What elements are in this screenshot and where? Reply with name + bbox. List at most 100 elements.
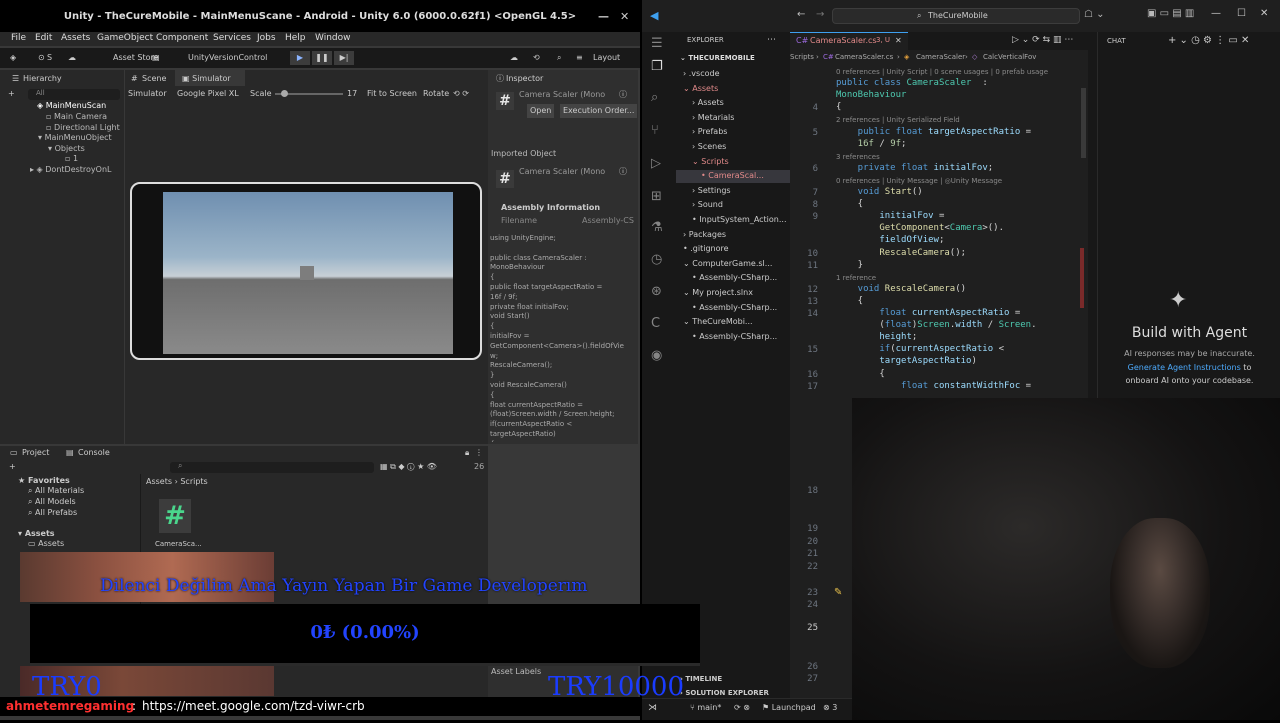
hierarchy-item[interactable]: ▸ ◈ DontDestroyOnL	[30, 165, 111, 174]
section-solution-explorer[interactable]: › SOLUTION EXPLORER	[680, 689, 769, 697]
tab-project[interactable]: Project	[22, 446, 49, 460]
explorer-item[interactable]: ⌄ Scripts	[692, 157, 729, 166]
editor-actions[interactable]: ▷ ⌄ ⟳ ⇆ ▥ ⋯	[1012, 35, 1073, 45]
step-button[interactable]: ▶|	[334, 51, 354, 65]
remote-icon[interactable]: ⋊	[648, 703, 657, 713]
cloud-icon[interactable]: ☁	[68, 53, 76, 62]
explorer-item[interactable]: • Assembly-CSharp...	[692, 273, 777, 282]
layout-icons[interactable]: ▣ ▭ ▤ ▥	[1147, 8, 1194, 19]
lock-icon[interactable]: 🔒︎	[465, 446, 469, 460]
codelens-hint[interactable]: 2 references | Unity Serialized Field	[836, 116, 960, 124]
tab-hierarchy[interactable]: Hierarchy	[23, 72, 62, 86]
hierarchy-item[interactable]: ▾ MainMenuObject	[38, 133, 112, 142]
explorer-item[interactable]: ⌄ ComputerGame.sl...	[683, 259, 772, 268]
menu-edit[interactable]: Edit	[35, 33, 52, 43]
explorer-item[interactable]: › .vscode	[683, 69, 720, 78]
lightbulb-icon[interactable]: ✎	[834, 587, 842, 598]
scale-slider-handle[interactable]	[281, 90, 288, 97]
rotate-icon[interactable]: ⟲ ⟳	[453, 87, 469, 101]
explorer-item[interactable]: › Assets	[692, 98, 724, 107]
codelens-hint[interactable]: 3 references	[836, 153, 880, 161]
favorite-item[interactable]: ⌕ All Prefabs	[28, 506, 77, 520]
csharp-icon[interactable]: C	[651, 316, 660, 331]
sync-icon[interactable]: ⟳ ⊗	[734, 703, 750, 712]
maximize-icon[interactable]: ☐	[1237, 8, 1246, 19]
game-view[interactable]	[163, 192, 453, 354]
explorer-item[interactable]: › Settings	[692, 186, 731, 195]
explorer-item[interactable]: • .gitignore	[683, 244, 729, 253]
remote-icon[interactable]: ⊛	[651, 284, 662, 299]
breadcrumb-item[interactable]: Assets	[146, 477, 172, 486]
play-button[interactable]: ▶	[290, 51, 310, 65]
close-tab-icon[interactable]: ✕	[895, 36, 902, 45]
branch-icon[interactable]: ⑂ main*	[690, 703, 721, 712]
testing-icon[interactable]: ⚗	[651, 220, 663, 235]
scrollbar[interactable]	[1081, 88, 1086, 158]
editor-tab[interactable]: C# CameraScaler.cs 3, U ✕	[790, 32, 908, 50]
menu-help[interactable]: Help	[285, 33, 306, 43]
generate-instructions-link[interactable]: Generate Agent Instructions	[1128, 363, 1241, 372]
explorer-item[interactable]: • InputSystem_Action...	[692, 215, 787, 224]
add-asset-icon[interactable]: +	[9, 460, 16, 474]
explorer-item[interactable]: • Assembly-CSharp...	[692, 303, 777, 312]
menu-assets[interactable]: Assets	[61, 33, 90, 43]
explorer-item[interactable]: › Metarials	[692, 113, 734, 122]
source-control-icon[interactable]: ⑂	[651, 123, 659, 138]
menu-jobs[interactable]: Jobs	[257, 33, 276, 43]
menu-services[interactable]: Services	[213, 33, 251, 43]
launchpad-button[interactable]: ⚑ Launchpad	[762, 703, 816, 712]
cloud-build-icon[interactable]: ☁	[510, 53, 518, 62]
hierarchy-item[interactable]: ▫ Main Camera	[46, 112, 107, 121]
hierarchy-item[interactable]: ▾ Objects	[48, 144, 85, 153]
section-timeline[interactable]: › TIMELINE	[680, 675, 722, 683]
search-icon[interactable]: ⌕	[651, 90, 658, 105]
minimize-icon[interactable]: —	[598, 0, 609, 34]
fit-to-screen-button[interactable]: Fit to Screen	[367, 87, 417, 101]
codelens-hint[interactable]: 0 references | Unity Message | ◎Unity Me…	[836, 177, 1002, 185]
search-icon[interactable]: ⌕	[557, 53, 561, 63]
add-icon[interactable]: +	[8, 87, 15, 101]
explorer-item[interactable]: ⌄ Assets	[683, 84, 718, 93]
problems-indicator[interactable]: ⊗ 3	[823, 703, 837, 712]
github-icon[interactable]: ◉	[651, 348, 662, 363]
rotate-label[interactable]: Rotate	[423, 87, 449, 101]
explorer-icon[interactable]: ❐	[651, 59, 663, 74]
menu-gameobject[interactable]: GameObject	[97, 33, 153, 43]
version-control-dropdown[interactable]: UnityVersionControl	[188, 53, 267, 62]
execution-order-button[interactable]: Execution Order...	[560, 104, 638, 118]
open-button[interactable]: Open	[527, 104, 555, 118]
run-debug-icon[interactable]: ▷	[651, 156, 661, 171]
copilot-icon[interactable]: ☖ ⌄	[1084, 9, 1105, 20]
menu-icon[interactable]: ☰	[651, 36, 663, 51]
account-icon[interactable]: ⊙	[38, 53, 45, 62]
tab-scene[interactable]: Scene	[142, 72, 166, 86]
explorer-item[interactable]: › Scenes	[692, 142, 726, 151]
menu-window[interactable]: Window	[315, 33, 351, 43]
extensions-icon[interactable]: ⊞	[651, 189, 662, 204]
simulator-mode-dropdown[interactable]: Simulator	[128, 87, 167, 101]
command-center-search[interactable]: ⌕ TheCureMobile	[832, 8, 1080, 24]
imported-menu-icon[interactable]: ⓘ	[619, 165, 627, 179]
breadcrumb-item[interactable]: CalcVerticalFov	[983, 53, 1036, 61]
explorer-item[interactable]: ⌄ TheCureMobi...	[683, 317, 753, 326]
code-area[interactable]: 0 references | Unity Script | 0 scene us…	[790, 66, 1088, 396]
inspector-menu-icon[interactable]: ⓘ	[619, 88, 627, 102]
layers-icon[interactable]: ≡	[576, 53, 583, 62]
breadcrumb-item[interactable]: CameraScaler	[916, 53, 965, 61]
package-icon[interactable]: ▤	[152, 53, 160, 62]
explorer-item[interactable]: • CameraScal...	[701, 171, 764, 180]
codelens-hint[interactable]: 1 reference	[836, 274, 876, 282]
minimize-icon[interactable]: —	[1211, 8, 1221, 19]
explorer-item[interactable]: › Packages	[683, 230, 726, 239]
explorer-item[interactable]: › Sound	[692, 200, 723, 209]
breadcrumb-item[interactable]: Scripts	[790, 53, 814, 61]
hierarchy-item[interactable]: ▫ Directional Light	[46, 123, 120, 132]
tab-console[interactable]: Console	[78, 446, 110, 460]
footer-link[interactable]: https://meet.google.com/tzd-viwr-crb	[142, 699, 365, 713]
hierarchy-item[interactable]: ◈ MainMenuScan	[37, 101, 106, 110]
assets-child[interactable]: ▭ Assets	[28, 537, 64, 551]
file-name[interactable]: CameraSca...	[155, 540, 202, 548]
explorer-item[interactable]: ⌄ My project.slnx	[683, 288, 753, 297]
filter-icons[interactable]: ▦ ⧉ ◆ ⓘ ★ 👁︎	[380, 460, 437, 474]
explorer-item[interactable]: • Assembly-CSharp...	[692, 332, 777, 341]
